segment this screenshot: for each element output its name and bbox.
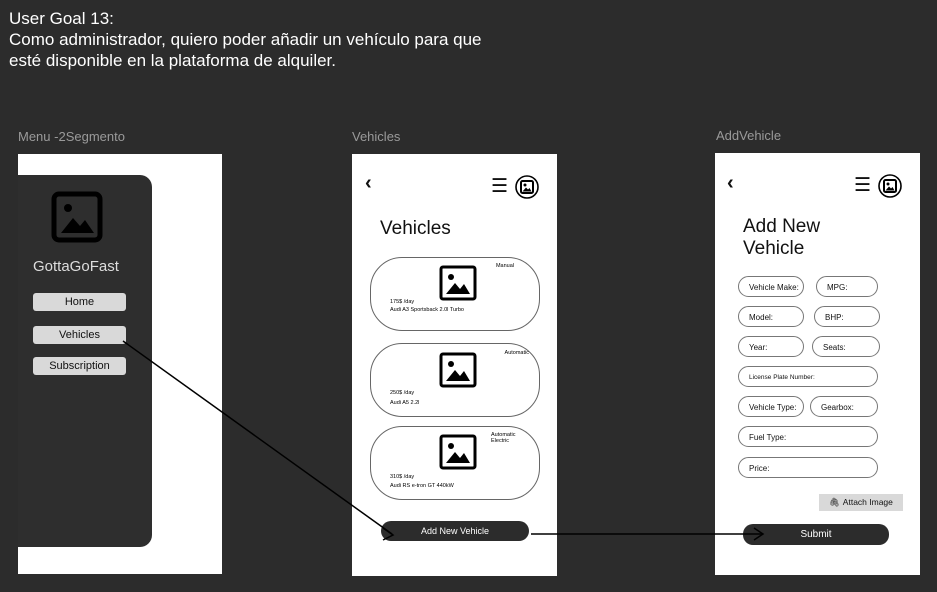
goal-title: User Goal 13: bbox=[9, 9, 114, 28]
page-title: Add New Vehicle bbox=[743, 216, 820, 260]
menu-item-home[interactable]: Home bbox=[33, 293, 126, 311]
model-field[interactable]: Model: bbox=[738, 306, 804, 327]
image-icon bbox=[51, 191, 103, 243]
image-icon bbox=[439, 434, 477, 470]
year-field[interactable]: Year: bbox=[738, 336, 804, 357]
attach-image-label: Attach Image bbox=[842, 497, 893, 507]
vehicle-price: 175$ /day bbox=[390, 299, 415, 305]
price-field[interactable]: Price: bbox=[738, 457, 878, 478]
vehicles-frame: ‹ ☰ Vehicles Manual 175$ /day Audi A3 Sp… bbox=[352, 154, 557, 576]
vehicle-card[interactable]: Automatic 250$ /day Audi A5 2.2l bbox=[370, 343, 540, 417]
vehicle-name: Audi A5 2.2l bbox=[390, 400, 420, 406]
gearbox-tag: Automatic Electric bbox=[491, 432, 516, 444]
paperclip-icon: 🖇 bbox=[829, 497, 840, 507]
image-icon bbox=[439, 352, 477, 388]
submit-button[interactable]: Submit bbox=[743, 524, 889, 545]
gearbox-tag: Automatic bbox=[504, 350, 529, 356]
vehicle-price: 310$ /day bbox=[390, 474, 415, 480]
vehicle-card[interactable]: Manual 175$ /day Audi A3 Sportsback 2.0l… bbox=[370, 257, 540, 331]
gearbox-field[interactable]: Gearbox: bbox=[810, 396, 878, 417]
vehicle-type-field[interactable]: Vehicle Type: bbox=[738, 396, 804, 417]
hamburger-icon[interactable]: ☰ bbox=[854, 174, 871, 197]
back-icon[interactable]: ‹ bbox=[365, 172, 372, 195]
add-vehicle-frame: ‹ ☰ Add New Vehicle Vehicle Make: MPG: M… bbox=[715, 153, 920, 575]
title-line2: Vehicle bbox=[743, 238, 805, 259]
fuel-type-field[interactable]: Fuel Type: bbox=[738, 426, 878, 447]
vehicle-make-field[interactable]: Vehicle Make: bbox=[738, 276, 804, 297]
image-icon bbox=[439, 265, 477, 301]
menu-item-vehicles[interactable]: Vehicles bbox=[33, 326, 126, 344]
page-title: Vehicles bbox=[380, 218, 451, 239]
frame-label-addvehicle: AddVehicle bbox=[716, 128, 782, 143]
menu-frame: GottaGoFast Home Vehicles Subscription bbox=[18, 154, 222, 574]
frame-label-vehicles: Vehicles bbox=[352, 129, 401, 144]
profile-image-icon[interactable] bbox=[878, 174, 902, 198]
goal-text-line1: Como administrador, quiero poder añadir … bbox=[9, 30, 482, 49]
hamburger-icon[interactable]: ☰ bbox=[491, 175, 508, 198]
bhp-field[interactable]: BHP: bbox=[814, 306, 880, 327]
gearbox-tag: Manual bbox=[495, 263, 514, 269]
attach-image-button[interactable]: 🖇 Attach Image bbox=[819, 494, 903, 511]
license-plate-field[interactable]: License Plate Number: bbox=[738, 366, 878, 387]
back-icon[interactable]: ‹ bbox=[727, 172, 734, 195]
frame-label-menu: Menu -2Segmento bbox=[18, 129, 125, 144]
user-goal: User Goal 13: Como administrador, quiero… bbox=[9, 8, 609, 71]
menu-item-subscription[interactable]: Subscription bbox=[33, 357, 126, 375]
seats-field[interactable]: Seats: bbox=[812, 336, 880, 357]
brand-name: GottaGoFast bbox=[33, 258, 119, 275]
vehicle-price: 250$ /day bbox=[390, 390, 415, 396]
sidebar-menu: GottaGoFast Home Vehicles Subscription bbox=[18, 175, 152, 547]
title-line1: Add New bbox=[743, 216, 821, 237]
add-new-vehicle-button[interactable]: Add New Vehicle bbox=[381, 521, 529, 541]
mpg-field[interactable]: MPG: bbox=[816, 276, 878, 297]
vehicle-name: Audi A3 Sportsback 2.0l Turbo bbox=[390, 307, 464, 313]
vehicle-card[interactable]: Automatic Electric 310$ /day Audi RS e-t… bbox=[370, 426, 540, 500]
profile-image-icon[interactable] bbox=[515, 175, 539, 199]
goal-text-line2: esté disponible en la plataforma de alqu… bbox=[9, 51, 336, 70]
vehicle-name: Audi RS e-tron GT 440kW bbox=[390, 483, 454, 489]
